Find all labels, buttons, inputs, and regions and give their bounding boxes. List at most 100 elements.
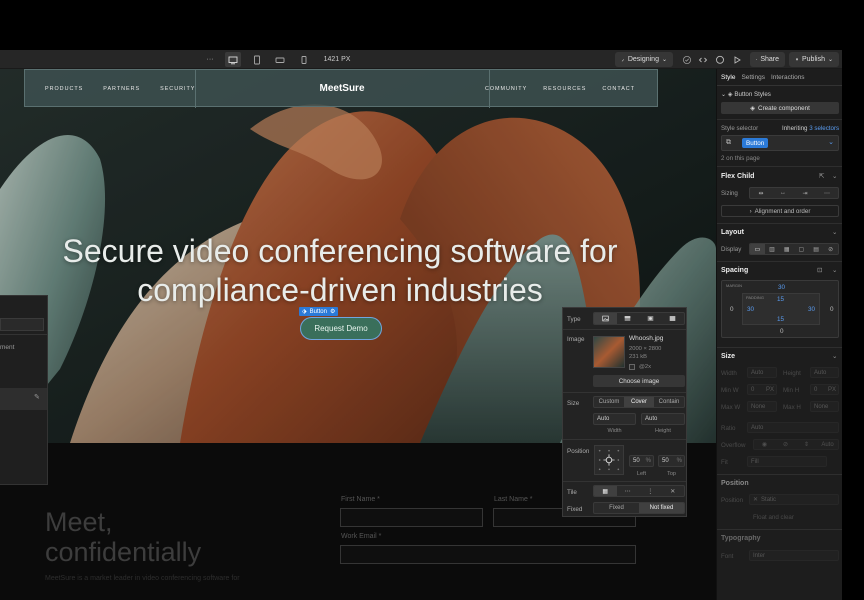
chevron-down-icon[interactable]: ⌄ bbox=[832, 266, 837, 274]
bg-height-input[interactable]: Auto bbox=[641, 413, 685, 425]
meet-heading[interactable]: Meet, confidentially bbox=[45, 507, 201, 567]
tab-style[interactable]: Style bbox=[721, 74, 735, 81]
padding-top-value[interactable]: 15 bbox=[777, 296, 784, 303]
inheriting-selectors-link[interactable]: 3 selectors bbox=[809, 125, 839, 132]
sizing-grow-icon[interactable]: ↔ bbox=[772, 188, 794, 198]
choose-image-button[interactable]: Choose image bbox=[593, 375, 685, 387]
image-thumbnail[interactable] bbox=[593, 336, 625, 368]
width-input[interactable]: Auto bbox=[747, 367, 777, 378]
sizing-segmented-control[interactable]: ⇹ ↔ ⇥ ⋯ bbox=[749, 187, 839, 199]
mode-switcher[interactable]: Designing ⌄ bbox=[615, 52, 673, 67]
margin-box[interactable]: MARGIN 30 0 0 0 PADDING 15 30 15 30 bbox=[721, 280, 839, 338]
check-icon[interactable] bbox=[679, 52, 695, 67]
size-option-custom[interactable]: Custom bbox=[594, 397, 624, 407]
tile-horizontal-icon[interactable]: ⋯ bbox=[617, 486, 640, 496]
request-demo-button[interactable]: Request Demo bbox=[300, 317, 382, 340]
preview-play-icon[interactable] bbox=[729, 52, 745, 67]
overflow-hidden-icon[interactable]: ⊘ bbox=[775, 440, 796, 449]
overflow-auto-option[interactable]: Auto bbox=[817, 440, 838, 449]
margin-right-value[interactable]: 0 bbox=[830, 306, 834, 313]
fixed-option-fixed[interactable]: Fixed bbox=[594, 503, 639, 513]
typography-heading[interactable]: Typography bbox=[721, 535, 761, 542]
hero-headline[interactable]: Secure video conferencing software for c… bbox=[0, 232, 680, 310]
margin-left-value[interactable]: 0 bbox=[730, 306, 734, 313]
size-segmented-control[interactable]: Custom Cover Contain bbox=[593, 396, 685, 408]
spacing-heading[interactable]: Spacing bbox=[721, 267, 748, 274]
more-icon[interactable]: ⋯ bbox=[816, 188, 838, 198]
style-panel[interactable]: Style Settings Interactions ⌄ ◈ Button S… bbox=[716, 69, 842, 600]
sizing-shrink-icon[interactable]: ⇹ bbox=[750, 188, 772, 198]
publish-button[interactable]: Publish ⌄ bbox=[789, 52, 839, 67]
tile-both-icon[interactable]: ▦ bbox=[594, 486, 617, 496]
style-selector-field[interactable]: ⧉ Button ⌄ bbox=[721, 135, 839, 151]
first-name-input[interactable] bbox=[340, 508, 483, 527]
expand-icon[interactable]: ⇱ bbox=[819, 172, 824, 180]
display-block-icon[interactable]: ▭ bbox=[750, 244, 765, 254]
image-type-icon[interactable] bbox=[594, 313, 617, 324]
meet-paragraph[interactable]: MeetSure is a market leader in video con… bbox=[45, 575, 240, 582]
position-top-input[interactable]: 50% bbox=[658, 455, 685, 467]
display-none-icon[interactable]: ⊘ bbox=[823, 244, 838, 254]
margin-bottom-value[interactable]: 0 bbox=[780, 328, 784, 335]
more-menu[interactable]: ··· bbox=[202, 52, 218, 67]
code-icon[interactable] bbox=[695, 52, 711, 67]
display-inline-block-icon[interactable]: ▤ bbox=[809, 244, 824, 254]
size-heading[interactable]: Size bbox=[721, 353, 735, 360]
max-height-input[interactable]: None bbox=[810, 401, 839, 412]
selector-chip-button[interactable]: Button bbox=[742, 138, 769, 148]
breakpoint-landscape-icon[interactable] bbox=[272, 52, 288, 67]
padding-left-value[interactable]: 30 bbox=[747, 306, 754, 313]
background-image-panel[interactable]: Type Image Whoosh.jpg 2000 × 2800 231 kB… bbox=[562, 307, 687, 517]
padding-box[interactable]: PADDING 15 30 15 30 bbox=[742, 293, 820, 325]
breakpoint-mobile-icon[interactable] bbox=[296, 52, 312, 67]
ratio-select[interactable]: Auto bbox=[747, 422, 839, 433]
sizing-none-icon[interactable]: ⇥ bbox=[794, 188, 816, 198]
chevron-down-icon[interactable]: ⌄ bbox=[828, 138, 834, 146]
alignment-order-button[interactable]: › Alignment and order bbox=[721, 205, 839, 217]
display-flex-icon[interactable]: ▥ bbox=[765, 244, 780, 254]
selected-element-badge[interactable]: ⬗ Button ⚙ bbox=[299, 307, 339, 316]
fixed-segmented-control[interactable]: Fixed Not fixed bbox=[593, 502, 685, 514]
tile-none-icon[interactable]: ✕ bbox=[662, 486, 685, 496]
nav-link-resources[interactable]: RESOURCES bbox=[543, 86, 586, 92]
overflow-scroll-icon[interactable]: ⇕ bbox=[796, 440, 817, 449]
share-button[interactable]: Share bbox=[750, 52, 785, 67]
bg-width-input[interactable]: Auto bbox=[593, 413, 636, 425]
position-heading[interactable]: Position bbox=[721, 480, 749, 487]
padding-bottom-value[interactable]: 15 bbox=[777, 316, 784, 323]
tile-segmented-control[interactable]: ▦ ⋯ ⋮ ✕ bbox=[593, 485, 685, 497]
fixed-option-not-fixed[interactable]: Not fixed bbox=[639, 503, 684, 513]
display-grid-icon[interactable]: ▦ bbox=[779, 244, 794, 254]
float-clear-button[interactable]: Float and clear bbox=[753, 514, 794, 521]
nav-link-contact[interactable]: CONTACT bbox=[602, 86, 635, 92]
chevron-down-icon[interactable]: ⌄ bbox=[832, 172, 837, 180]
size-option-cover[interactable]: Cover bbox=[624, 397, 654, 407]
display-inline-icon[interactable]: ▢ bbox=[794, 244, 809, 254]
linear-gradient-icon[interactable] bbox=[617, 313, 640, 324]
display-segmented-control[interactable]: ▭ ▥ ▦ ▢ ▤ ⊘ bbox=[749, 243, 839, 255]
retina-checkbox[interactable] bbox=[629, 364, 635, 370]
breakpoint-tablet-icon[interactable] bbox=[249, 52, 265, 67]
min-width-input[interactable]: 0 PX bbox=[747, 384, 777, 395]
navigator-panel[interactable]: ment ✎ bbox=[0, 295, 48, 485]
height-input[interactable]: Auto bbox=[810, 367, 839, 378]
overflow-visible-icon[interactable]: ◉ bbox=[754, 440, 775, 449]
spacing-linked-icon[interactable]: ⊡ bbox=[817, 266, 822, 274]
nav-link-community[interactable]: COMMUNITY bbox=[485, 86, 527, 92]
create-component-button[interactable]: ◈ Create component bbox=[721, 102, 839, 114]
type-segmented-control[interactable] bbox=[593, 312, 685, 325]
tile-vertical-icon[interactable]: ⋮ bbox=[639, 486, 662, 496]
tab-settings[interactable]: Settings bbox=[741, 74, 765, 81]
comment-icon[interactable] bbox=[712, 52, 728, 67]
font-select[interactable]: Inter bbox=[749, 550, 839, 561]
position-select[interactable]: ✕ Static bbox=[749, 494, 839, 505]
site-navbar[interactable]: PRODUCTS PARTNERS SECURITY MeetSure COMM… bbox=[24, 69, 658, 108]
tab-interactions[interactable]: Interactions bbox=[771, 74, 805, 81]
radial-gradient-icon[interactable] bbox=[639, 313, 662, 324]
breakpoint-desktop-base-icon[interactable] bbox=[225, 52, 241, 67]
chevron-down-icon[interactable]: ⌄ bbox=[832, 352, 837, 360]
selector-state-icon[interactable]: ⧉ bbox=[726, 139, 731, 147]
chevron-down-icon[interactable]: ⌄ bbox=[832, 228, 837, 236]
layout-heading[interactable]: Layout bbox=[721, 229, 744, 236]
overflow-segmented-control[interactable]: ◉ ⊘ ⇕ Auto bbox=[753, 439, 839, 450]
